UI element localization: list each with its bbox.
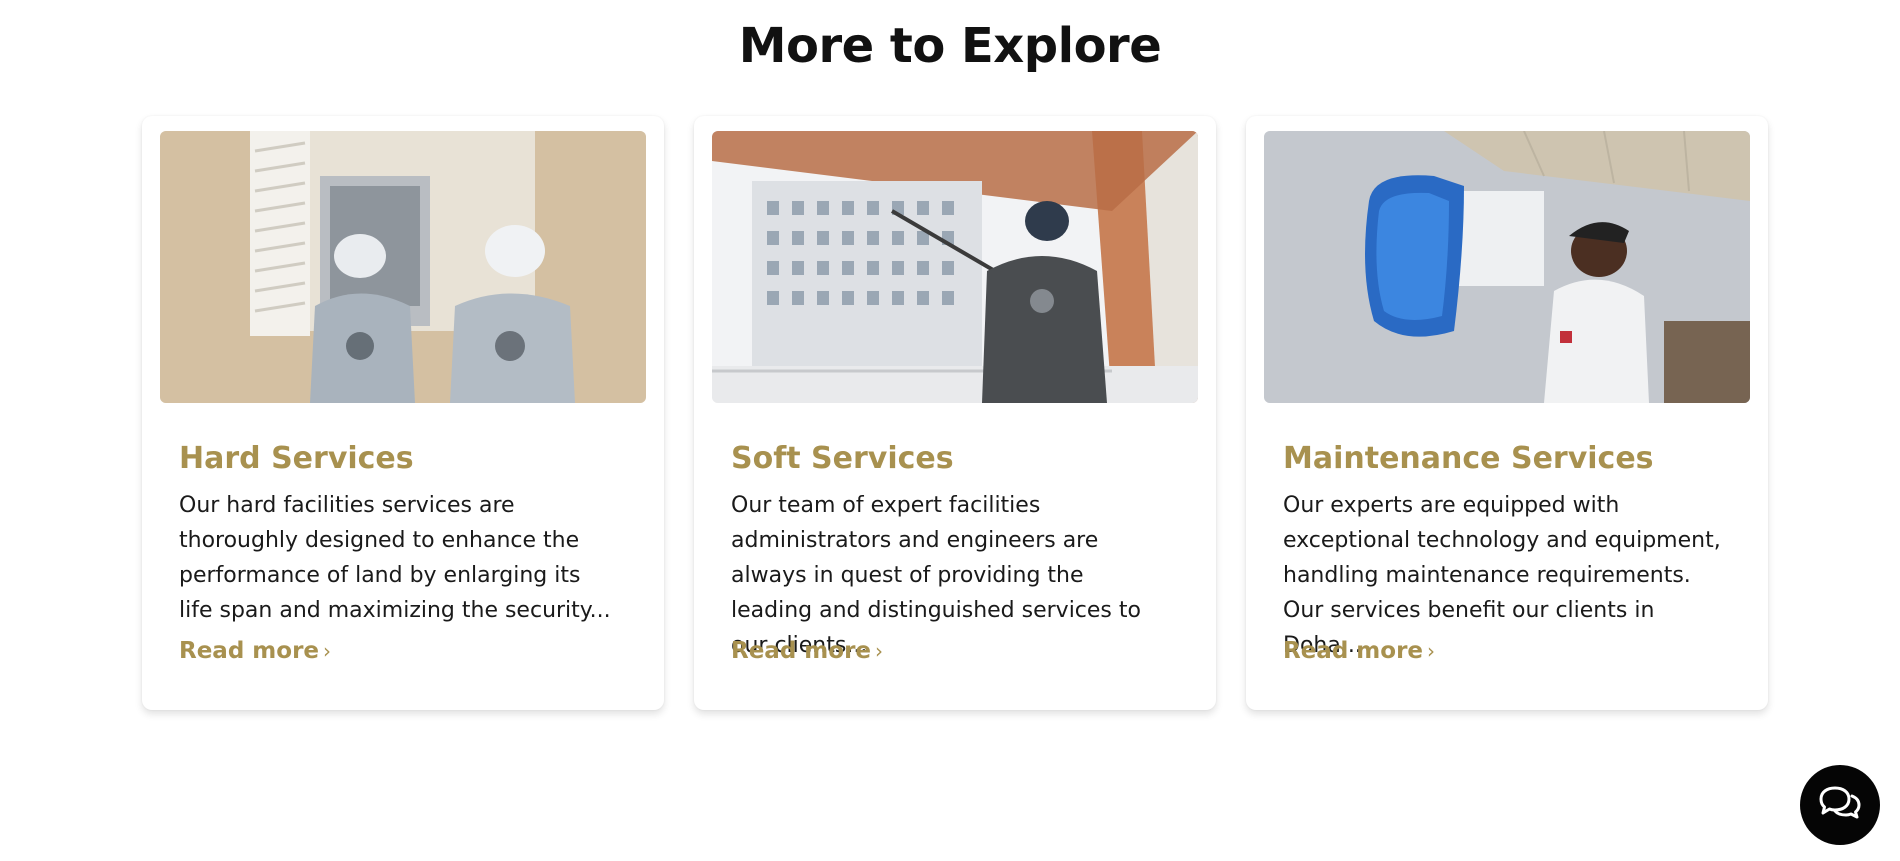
service-card-hard: Hard Services Our hard facilities servic… (142, 116, 664, 710)
read-more-link[interactable]: Read more › (1283, 638, 1435, 664)
card-title: Soft Services (731, 441, 954, 476)
read-more-label: Read more (731, 638, 872, 664)
hard-services-image (160, 131, 646, 403)
card-description: Our hard facilities services are thoroug… (179, 493, 611, 623)
read-more-link[interactable]: Read more › (179, 638, 331, 664)
card-title: Hard Services (179, 441, 414, 476)
chat-button[interactable] (1800, 765, 1880, 845)
service-card-maintenance: Maintenance Services Our experts are equ… (1246, 116, 1768, 710)
chat-bubbles-icon (1817, 783, 1863, 827)
read-more-label: Read more (1283, 638, 1424, 664)
read-more-label: Read more (179, 638, 320, 664)
card-description: Our experts are equipped with exceptiona… (1283, 493, 1721, 658)
card-description: Our team of expert facilities administra… (731, 493, 1141, 658)
chevron-right-icon: › (875, 639, 884, 663)
section-title: More to Explore (738, 18, 1162, 74)
service-card-soft: Soft Services Our team of expert facilit… (694, 116, 1216, 710)
page: More to Explore Hard Services Our hard f… (0, 0, 1900, 861)
read-more-link[interactable]: Read more › (731, 638, 883, 664)
chevron-right-icon: › (1427, 639, 1436, 663)
service-cards: Hard Services Our hard facilities servic… (142, 116, 1768, 710)
soft-services-image (712, 131, 1198, 403)
chevron-right-icon: › (323, 639, 332, 663)
card-title: Maintenance Services (1283, 441, 1654, 476)
maintenance-services-image (1264, 131, 1750, 403)
